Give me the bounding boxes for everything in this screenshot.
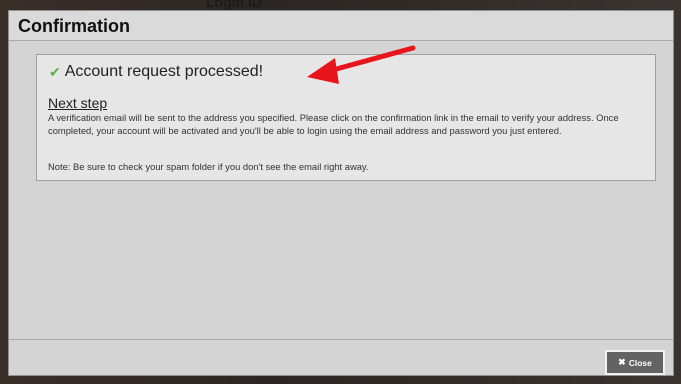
dialog-title: Confirmation: [18, 16, 130, 36]
background-login-label: Login ID: [206, 0, 262, 10]
success-message: Account request processed!: [64, 63, 264, 80]
close-button[interactable]: ✖ Close: [605, 350, 665, 375]
close-icon: ✖: [618, 357, 626, 367]
next-step-body: A verification email will be sent to the…: [48, 112, 619, 136]
close-button-label: Close: [628, 357, 652, 368]
next-step-heading: Next step: [48, 95, 108, 111]
dialog-titlebar: Confirmation: [9, 11, 673, 41]
red-arrow-annotation: [307, 45, 416, 84]
confirmation-dialog: Confirmation ✔ Account request processed…: [8, 10, 674, 376]
check-icon: ✔: [49, 63, 61, 80]
spam-note: Note: Be sure to check your spam folder …: [48, 161, 369, 172]
success-row: ✔ Account request processed!: [49, 63, 263, 81]
dialog-footer-divider: [9, 339, 673, 340]
